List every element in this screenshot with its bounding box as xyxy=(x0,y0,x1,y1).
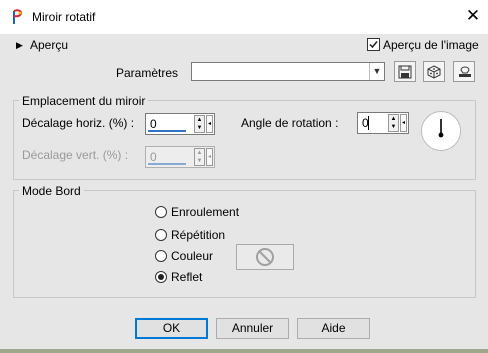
close-button[interactable]: ✕ xyxy=(464,7,482,25)
slider-popup-icon[interactable]: ◂ xyxy=(400,114,407,132)
spin-arrows-icon: ▲ ▼ xyxy=(194,148,205,166)
stamp-reset-icon xyxy=(459,66,471,77)
radio-repeat-label[interactable]: Répétition xyxy=(171,228,225,242)
reset-preset-button[interactable] xyxy=(453,61,475,82)
color-swatch xyxy=(236,244,294,270)
radio-reflect-label[interactable]: Reflet xyxy=(171,270,202,284)
h-offset-label: Décalage horiz. (%) : xyxy=(22,116,135,130)
v-offset-value: 0 xyxy=(150,150,157,164)
dial-needle-icon xyxy=(438,119,444,138)
h-offset-underline xyxy=(148,130,186,132)
preview-toggle-label[interactable]: Aperçu xyxy=(30,38,68,52)
rotation-label: Angle de rotation : xyxy=(241,116,339,130)
radio-wrap[interactable] xyxy=(155,206,167,218)
slider-popup-icon: ◂ xyxy=(206,148,213,166)
expand-preview-icon[interactable]: ▶ xyxy=(16,40,23,51)
radio-repeat[interactable] xyxy=(155,229,167,241)
slider-popup-icon[interactable]: ◂ xyxy=(206,115,213,133)
h-offset-value[interactable]: 0 xyxy=(150,117,157,131)
save-preset-button[interactable] xyxy=(394,61,416,82)
radio-wrap-label[interactable]: Enroulement xyxy=(171,205,239,219)
checkmark-icon xyxy=(369,41,378,49)
spin-arrows-icon[interactable]: ▲ ▼ xyxy=(388,114,399,132)
edge-mode-legend: Mode Bord xyxy=(19,184,84,198)
chevron-down-icon[interactable]: ▼ xyxy=(369,63,384,80)
mirror-placement-legend: Emplacement du miroir xyxy=(19,94,149,108)
h-offset-spinner[interactable]: 0 ▲ ▼ ◂ xyxy=(145,113,215,135)
radio-color[interactable] xyxy=(155,250,167,262)
radio-reflect[interactable] xyxy=(155,271,167,283)
disabled-icon xyxy=(256,248,274,266)
v-offset-spinner: 0 ▲ ▼ ◂ xyxy=(145,146,215,168)
show-preview-label[interactable]: Aperçu de l'image xyxy=(383,38,479,52)
cancel-button[interactable]: Annuler xyxy=(216,318,289,339)
show-preview-checkbox[interactable] xyxy=(367,38,380,51)
window-title: Miroir rotatif xyxy=(32,10,96,24)
radio-color-label[interactable]: Couleur xyxy=(171,249,213,263)
spin-arrows-icon[interactable]: ▲ ▼ xyxy=(194,115,205,133)
save-icon xyxy=(398,65,412,79)
presets-dropdown[interactable]: ▼ xyxy=(191,62,385,81)
help-button[interactable]: Aide xyxy=(297,318,370,339)
v-offset-underline xyxy=(148,163,186,165)
close-icon: ✕ xyxy=(465,6,481,25)
window-frame-edge xyxy=(0,349,488,353)
rotation-dial[interactable] xyxy=(421,111,461,151)
text-cursor xyxy=(368,116,369,130)
dice-icon xyxy=(427,65,441,79)
random-preset-button[interactable] xyxy=(423,61,445,82)
presets-label: Paramètres xyxy=(116,66,179,80)
app-logo-icon xyxy=(11,9,25,25)
rotation-spinner[interactable]: 0 ▲ ▼ ◂ xyxy=(357,112,409,134)
ok-button[interactable]: OK xyxy=(135,318,208,339)
v-offset-label: Décalage vert. (%) : xyxy=(22,148,129,162)
